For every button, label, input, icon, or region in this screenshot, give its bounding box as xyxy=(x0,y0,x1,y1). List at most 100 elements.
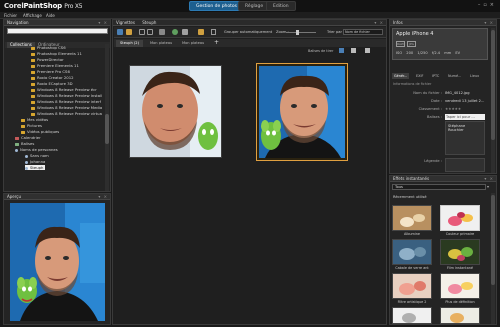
tab-lieux[interactable]: Lieux xyxy=(468,73,481,79)
tree-item[interactable]: Sans nom xyxy=(25,153,49,158)
tab-edition[interactable]: Edition xyxy=(266,1,296,11)
tree-item[interactable]: Photoshop CS6 xyxy=(31,45,66,50)
tree-item[interactable]: Vidéos publiques xyxy=(21,129,59,134)
tree-item[interactable]: Photoshop Elements 11 xyxy=(31,51,82,56)
tree-item[interactable]: Windows 8 Release Preview Media xyxy=(31,105,102,110)
tab-exif[interactable]: EXIF xyxy=(414,73,425,79)
sort-label: Trier par : xyxy=(327,30,345,34)
folder-icon xyxy=(31,52,35,56)
navigation-search-input[interactable] xyxy=(7,28,108,34)
tab-gestion-de-photos[interactable]: Gestion de photos xyxy=(189,1,245,11)
effect-albumine[interactable] xyxy=(392,205,432,231)
folder-icon xyxy=(21,130,25,134)
map-icon[interactable] xyxy=(172,29,178,35)
tab-album-mon-plateau-2[interactable]: Mon plateau xyxy=(178,40,208,47)
dropdown-arrow-icon[interactable]: ▾ xyxy=(487,184,489,189)
trays-label: Balises de tirer xyxy=(308,49,334,53)
tree-item[interactable]: PowerDirector xyxy=(31,57,64,62)
effect-couleur-primaire[interactable] xyxy=(440,205,480,231)
browser-header: Vignettes Steuph ▾ × xyxy=(113,20,386,26)
print-icon[interactable] xyxy=(159,29,165,35)
tree-item[interactable]: Mes vidéos xyxy=(21,117,48,122)
tab-album-mon-plateau[interactable]: Mon plateau xyxy=(146,40,176,47)
tree-item[interactable]: Windows 8 Release Preview Install xyxy=(31,93,102,98)
tags-input[interactable]: Taper ici pour ... xyxy=(445,114,485,120)
thumbnail-2-selected[interactable] xyxy=(256,63,348,161)
group-auto-label[interactable]: Grouper automatiquement xyxy=(224,30,272,34)
tree-item[interactable]: Pictures xyxy=(21,123,42,128)
tree-item[interactable]: Calendrier xyxy=(15,135,41,140)
tree-item[interactable]: Noms de personnes xyxy=(15,147,58,152)
effect-label-film-instantane: Film instantané xyxy=(446,266,474,270)
tree-item[interactable]: Windows 8 Release Preview écr xyxy=(31,87,97,92)
tree-item[interactable]: Roxio ECapture 3D xyxy=(31,81,73,86)
effect-cabale-de-verre[interactable] xyxy=(392,239,432,265)
caption-input[interactable] xyxy=(445,158,485,172)
grid-icon[interactable] xyxy=(211,29,216,35)
panel-buttons[interactable]: ▾ × xyxy=(98,20,108,25)
tray-list-icon[interactable] xyxy=(351,48,356,53)
tree-item-selected[interactable]: Steuph xyxy=(25,165,46,170)
effects-category-dropdown[interactable]: Tous xyxy=(392,184,486,190)
tree-item[interactable]: Roxio Creator 2012 xyxy=(31,75,74,80)
tab-numerique[interactable]: Numé... xyxy=(446,73,463,79)
effect-preview xyxy=(393,206,431,230)
panel-buttons[interactable]: ▾ × xyxy=(374,20,384,25)
info-header: Infos ▾ × xyxy=(390,20,496,26)
folder-icon[interactable] xyxy=(126,29,132,35)
panel-buttons[interactable]: ▾ × xyxy=(484,176,494,181)
preview-photo xyxy=(10,203,105,321)
menu-fichier[interactable]: Fichier xyxy=(4,13,17,19)
effect-preview xyxy=(393,274,431,298)
file-info-section: Informations de fichier xyxy=(393,82,432,86)
panel-buttons[interactable]: ▾ × xyxy=(484,20,494,25)
effects-title: Effets instantanés xyxy=(393,176,430,181)
preview-header: Aperçu ▾ × xyxy=(4,194,110,200)
effect-tile-partial-2[interactable] xyxy=(440,307,480,324)
effect-preview xyxy=(441,206,479,230)
rotate-right-icon[interactable] xyxy=(147,29,153,35)
tree-item[interactable]: Windows 8 Release Preview virtua xyxy=(31,111,102,116)
zoom-slider-handle[interactable] xyxy=(296,30,299,35)
thumbnail-photo xyxy=(259,66,345,158)
tab-general[interactable]: Génér... xyxy=(392,73,410,79)
menu-affichage[interactable]: Affichage xyxy=(23,13,42,19)
sort-dropdown[interactable]: Nom de fichier xyxy=(343,29,383,35)
scrollbar-thumb[interactable] xyxy=(491,30,495,140)
tab-steuph[interactable]: Steuph xyxy=(142,20,156,25)
scrollbar-thumb[interactable] xyxy=(491,195,495,285)
tree-item[interactable]: Balises xyxy=(15,141,34,146)
tree-item[interactable]: Windows 8 Release Preview interf xyxy=(31,99,101,104)
effect-tile-partial[interactable] xyxy=(392,307,432,324)
tree-item[interactable]: Premiere Pro CS6 xyxy=(31,69,70,74)
tree-item[interactable]: Premiere Elements 11 xyxy=(31,63,79,68)
add-tab-button[interactable]: + xyxy=(214,39,219,46)
effect-filtre-artistique[interactable] xyxy=(392,273,432,299)
navigation-title: Navigation xyxy=(7,20,29,25)
tree-item[interactable]: Johanna xyxy=(25,159,45,164)
effect-film-instantane[interactable] xyxy=(440,239,480,265)
tray-options-icon[interactable] xyxy=(365,48,370,53)
rating-stars[interactable]: ★★★★★ xyxy=(445,107,461,111)
tag-icon[interactable] xyxy=(198,29,204,35)
effects-scrollbar[interactable] xyxy=(491,193,495,324)
thumbnail-1[interactable] xyxy=(129,65,222,158)
share-tray-icon[interactable] xyxy=(339,48,344,53)
scrollbar-thumb[interactable] xyxy=(105,114,109,144)
zoom-slider[interactable] xyxy=(286,30,316,35)
tab-iptc[interactable]: IPTC xyxy=(430,73,441,79)
share-icon[interactable] xyxy=(182,29,188,35)
menu-aide[interactable]: Aide xyxy=(46,13,55,19)
navigation-scrollbar[interactable] xyxy=(105,44,109,191)
tab-album-steuph[interactable]: Steuph (2) xyxy=(116,40,143,47)
folder-icon xyxy=(21,124,25,128)
info-scrollbar[interactable] xyxy=(491,28,495,173)
effect-plus-de-definition[interactable] xyxy=(440,273,480,299)
rotate-left-icon[interactable] xyxy=(139,29,145,35)
tab-vignettes[interactable]: Vignettes xyxy=(116,20,135,25)
folder-icon xyxy=(31,100,35,104)
panel-buttons[interactable]: ▾ × xyxy=(98,194,108,199)
close-icon[interactable]: × xyxy=(490,2,497,8)
folder-icon xyxy=(31,112,35,116)
import-icon[interactable] xyxy=(117,29,123,35)
